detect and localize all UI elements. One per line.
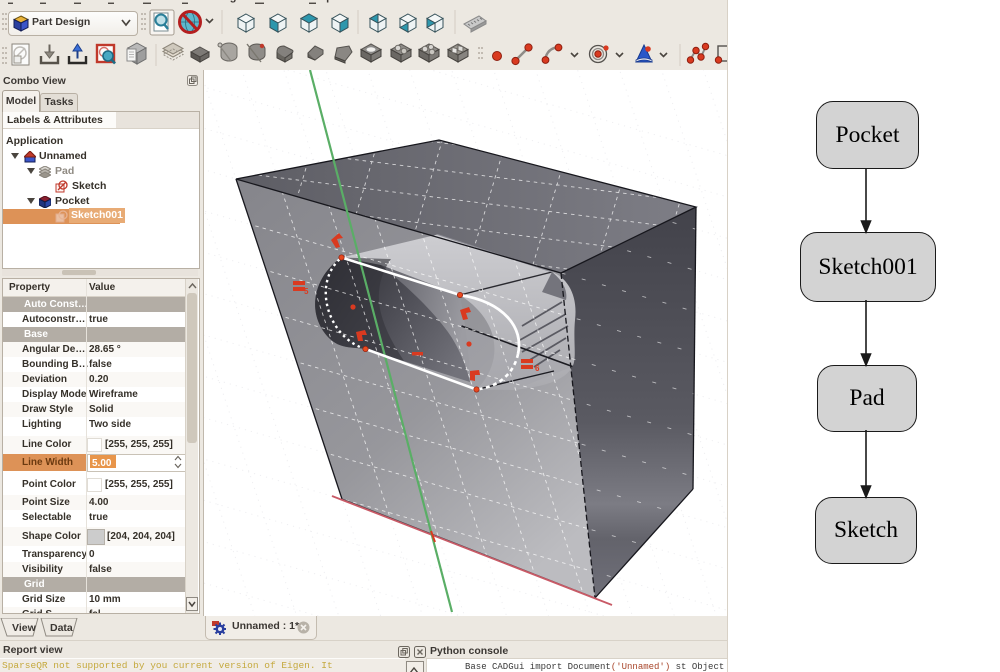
svg-text:View: View xyxy=(12,622,37,634)
svg-text:Data: Data xyxy=(50,622,73,634)
svg-text:6: 6 xyxy=(535,364,540,373)
svg-text:5: 5 xyxy=(304,287,309,296)
